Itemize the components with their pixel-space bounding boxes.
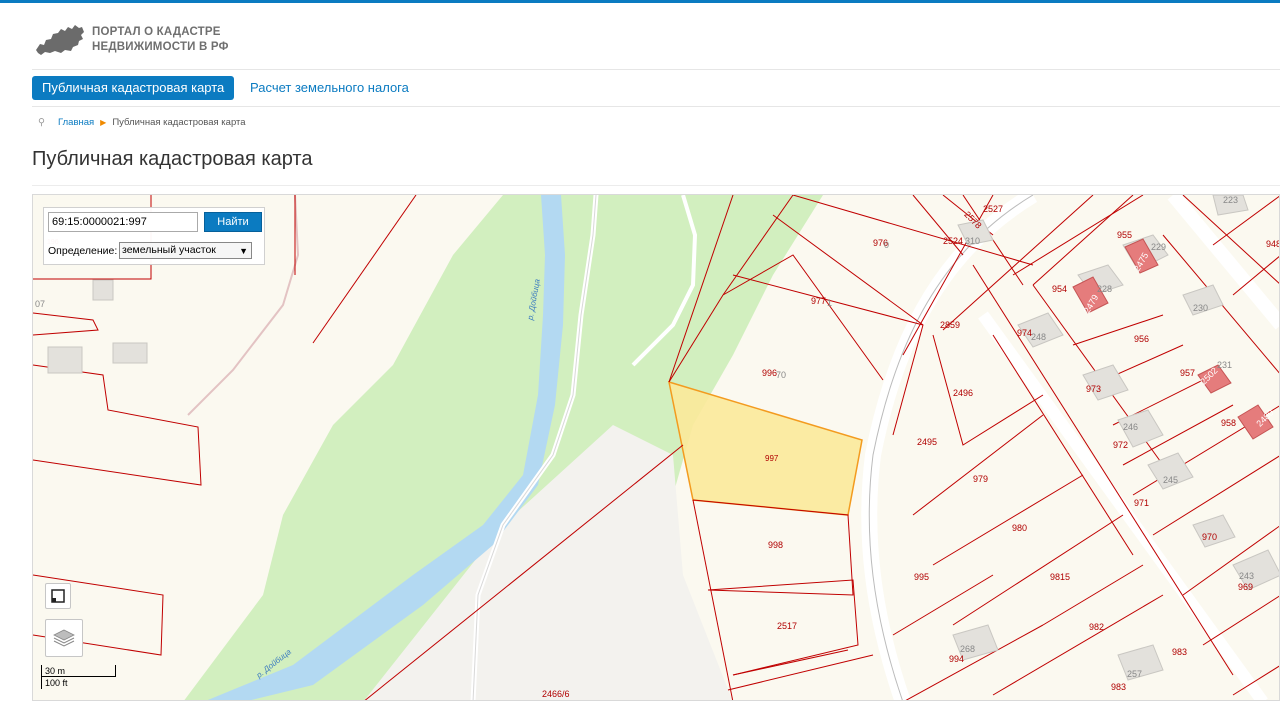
building-label-231: 231	[1217, 360, 1233, 370]
parcel-label-2496: 2496	[953, 388, 974, 398]
title-divider	[32, 185, 1280, 186]
building-label-310: 310	[965, 236, 981, 246]
building-label-1: 1	[827, 298, 833, 308]
parcel-label-2495: 2495	[917, 437, 938, 447]
ruler-icon	[51, 589, 65, 603]
building-label-248: 248	[1031, 332, 1047, 342]
building-label-07: 07	[35, 299, 46, 309]
building-label-223: 223	[1223, 195, 1239, 205]
parcel-label-973: 973	[1086, 384, 1102, 394]
breadcrumb: ⚲ Главная ▶ Публичная кадастровая карта	[38, 116, 246, 130]
parcel-label-955: 955	[1117, 230, 1133, 240]
parcel-label-971: 971	[1134, 498, 1150, 508]
parcel-label-2527: 2527	[983, 204, 1004, 214]
scale-metric: 30 m	[41, 665, 116, 677]
parcel-label-983-b: 983	[1111, 682, 1127, 692]
building-label-245: 245	[1163, 475, 1179, 485]
site-logo[interactable]: ПОРТАЛ О КАДАСТРЕ НЕДВИЖИМОСТИ В РФ	[34, 20, 274, 60]
nav-link-land-tax[interactable]: Расчет земельного налога	[250, 76, 409, 100]
definition-select[interactable]: земельный участок ▼	[119, 242, 252, 259]
building-label-228: 228	[1097, 284, 1113, 294]
top-accent-bar	[0, 0, 1280, 3]
parcel-label-969: 969	[1238, 582, 1254, 592]
definition-label: Определение:	[48, 245, 118, 257]
location-pin-icon: ⚲	[38, 117, 45, 128]
parcel-label-982: 982	[1089, 622, 1105, 632]
breadcrumb-arrow-icon: ▶	[100, 118, 107, 127]
parcel-label-2466-6: 2466/6	[542, 689, 570, 699]
building-label-229: 229	[1151, 242, 1167, 252]
building-label-268: 268	[960, 644, 976, 654]
parcel-label-2517: 2517	[777, 621, 798, 631]
parcel-label-957: 957	[1180, 368, 1196, 378]
nav-divider	[32, 106, 1280, 107]
map-search-panel: Найти Определение: земельный участок ▼	[43, 207, 265, 265]
parcel-label-958: 958	[1221, 418, 1237, 428]
parcel-label-995: 995	[914, 572, 930, 582]
parcel-label-956: 956	[1134, 334, 1150, 344]
logo-line-2: НЕДВИЖИМОСТИ В РФ	[92, 41, 229, 53]
layers-icon	[53, 629, 75, 647]
parcel-label-997: 997	[765, 454, 779, 463]
nav-tab-cadastral-map[interactable]: Публичная кадастровая карта	[32, 76, 235, 100]
building-label-246: 246	[1123, 422, 1139, 432]
parcel-label-9815: 9815	[1050, 572, 1071, 582]
building-label-230: 230	[1193, 303, 1209, 313]
parcel-label-980: 980	[1012, 523, 1028, 533]
parcel-label-983: 983	[1172, 647, 1188, 657]
parcel-label-970: 970	[1202, 532, 1218, 542]
parcel-label-954: 954	[1052, 284, 1068, 294]
parcel-label-977: 977	[811, 296, 827, 306]
building-label-257: 257	[1127, 669, 1143, 679]
parcel-label-996: 996	[762, 368, 778, 378]
page-title: Публичная кадастровая карта	[32, 148, 313, 170]
parcel-label-948: 948	[1266, 239, 1280, 249]
parcel-label-994: 994	[949, 654, 965, 664]
parcel-label-2859: 2859	[940, 320, 961, 330]
russia-map-icon	[36, 25, 84, 55]
breadcrumb-current: Публичная кадастровая карта	[112, 117, 246, 128]
building-label-243: 243	[1239, 571, 1255, 581]
parcel-label-998: 998	[768, 540, 784, 550]
cadastral-map[interactable]: 976 0 977 1 996 70 997 998 2517 2466/6 2…	[32, 194, 1280, 701]
cadastral-number-input[interactable]	[48, 212, 198, 232]
definition-select-value: земельный участок	[122, 244, 216, 256]
header-divider	[32, 69, 1280, 70]
chevron-down-icon: ▼	[239, 246, 248, 256]
scale-imperial: 100 ft	[41, 677, 116, 689]
search-button[interactable]: Найти	[204, 212, 262, 232]
measure-tool-button[interactable]	[45, 583, 71, 609]
parcel-label-979: 979	[973, 474, 989, 484]
parcel-label-972: 972	[1113, 440, 1129, 450]
parcel-label-2524: 2524	[943, 236, 964, 246]
building-label-70: 70	[776, 370, 787, 380]
logo-text: ПОРТАЛ О КАДАСТРЕ НЕДВИЖИМОСТИ В РФ	[92, 25, 229, 55]
breadcrumb-home-link[interactable]: Главная	[58, 117, 94, 128]
layers-button[interactable]	[45, 619, 83, 657]
parcel-label-974: 974	[1017, 328, 1033, 338]
logo-line-1: ПОРТАЛ О КАДАСТРЕ	[92, 26, 221, 38]
building-label-0: 0	[884, 240, 890, 250]
